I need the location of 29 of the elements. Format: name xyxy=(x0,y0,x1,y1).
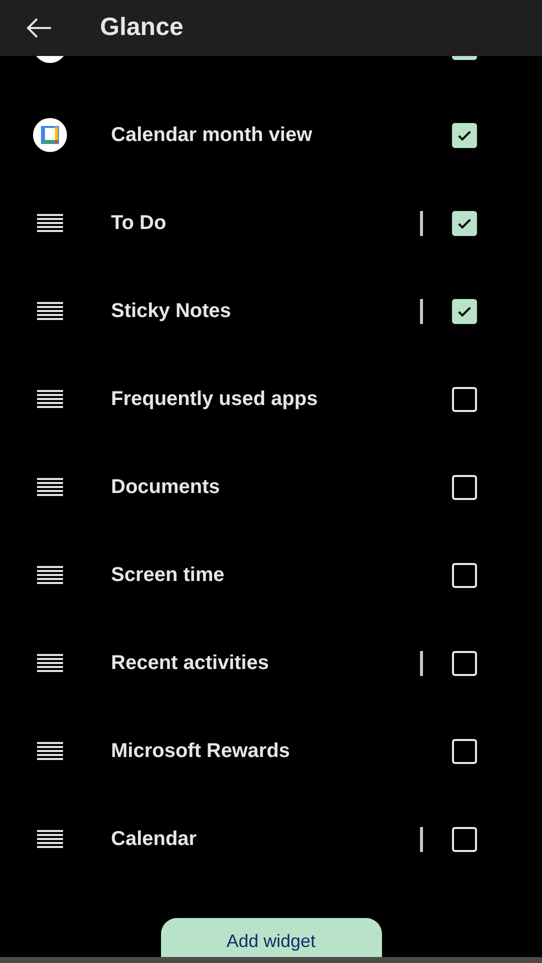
widget-label: Calendar xyxy=(111,827,198,852)
widget-label: Frequently used apps xyxy=(111,387,319,412)
add-widget-button[interactable]: Add widget xyxy=(160,918,382,957)
screen-title: Glance xyxy=(100,12,184,44)
widget-label: Microsoft Rewards xyxy=(111,739,291,764)
checkbox[interactable] xyxy=(452,386,477,412)
checkbox[interactable] xyxy=(452,562,477,588)
drag-handle-icon[interactable] xyxy=(36,829,62,849)
drag-handle-icon[interactable] xyxy=(36,477,62,497)
checkbox[interactable] xyxy=(452,210,477,236)
checkbox[interactable] xyxy=(452,122,477,148)
widget-label: Sticky Notes xyxy=(111,299,232,324)
drag-handle-icon[interactable] xyxy=(36,389,62,409)
checkbox[interactable] xyxy=(452,474,477,500)
checkbox[interactable] xyxy=(452,738,477,764)
calendar-icon xyxy=(32,118,66,152)
widget-label: Calendar month view xyxy=(111,123,314,148)
widget-label: Recent activities xyxy=(111,651,270,676)
widget-label: To Do xyxy=(111,211,168,236)
drag-handle-icon[interactable] xyxy=(36,213,62,233)
checkbox[interactable] xyxy=(452,298,477,324)
drag-handle-icon[interactable] xyxy=(36,565,62,585)
widget-label: Screen time xyxy=(111,563,226,588)
checkbox[interactable] xyxy=(452,650,477,676)
drag-handle-icon[interactable] xyxy=(36,741,62,761)
checkbox[interactable] xyxy=(452,826,477,852)
drag-handle-icon[interactable] xyxy=(36,301,62,321)
widget-label: Documents xyxy=(111,475,221,500)
drag-handle-icon[interactable] xyxy=(36,653,62,673)
